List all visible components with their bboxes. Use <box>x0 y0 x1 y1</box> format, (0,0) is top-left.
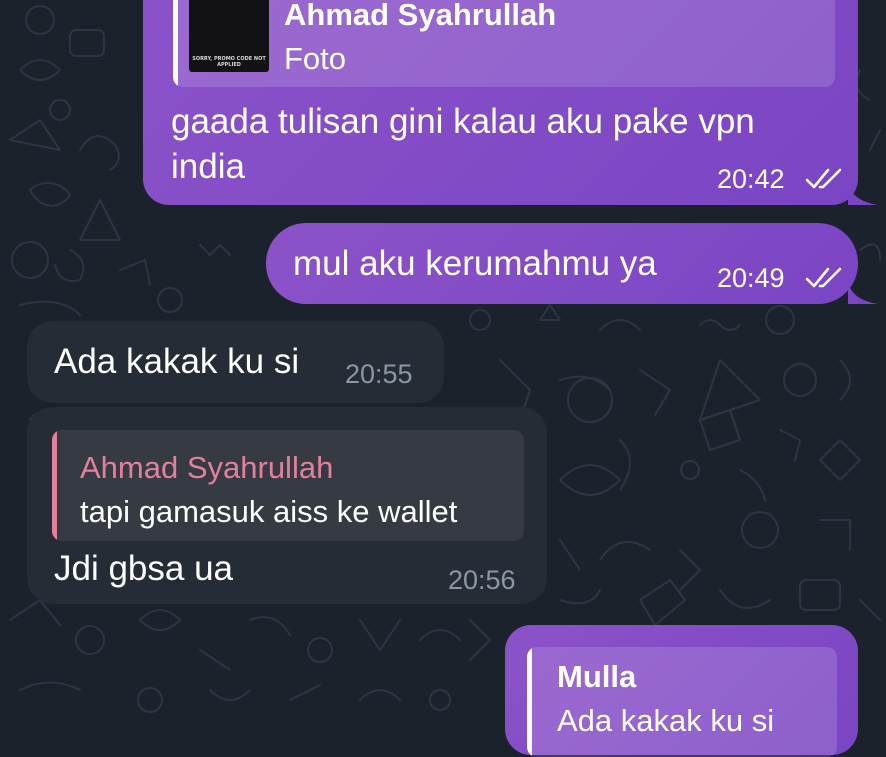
thumbnail-caption: APPLIED <box>217 62 241 68</box>
reply-text: tapi gamasuk aiss ke wallet <box>80 494 458 529</box>
double-check-icon <box>805 168 842 189</box>
message-bubble-incoming[interactable]: Ahmad Syahrullah tapi gamasuk aiss ke wa… <box>27 407 547 604</box>
bubble-tail <box>848 183 878 205</box>
message-text: gaada tulisan gini kalau aku pake vpn <box>171 102 755 141</box>
photo-thumbnail: SORRY, PROMO CODE NOT APPLIED <box>189 0 269 72</box>
message-time: 20:42 <box>717 164 785 194</box>
reply-preview[interactable]: Mulla Ada kakak ku si <box>527 647 837 757</box>
message-time: 20:49 <box>717 263 785 293</box>
reply-accent-bar <box>527 647 532 757</box>
reply-preview[interactable]: Ahmad Syahrullah tapi gamasuk aiss ke wa… <box>52 430 524 541</box>
reply-text: Ada kakak ku si <box>557 703 775 738</box>
reply-preview[interactable]: SORRY, PROMO CODE NOT APPLIED Ahmad Syah… <box>173 0 835 87</box>
message-bubble-outgoing[interactable]: mul aku kerumahmu ya 20:49 <box>266 223 858 304</box>
reply-text: Foto <box>284 41 347 76</box>
double-check-icon <box>805 267 842 288</box>
message-bubble-incoming[interactable]: Ada kakak ku si 20:55 <box>27 321 444 403</box>
message-time: 20:55 <box>345 359 413 389</box>
message-bubble-outgoing[interactable]: SORRY, PROMO CODE NOT APPLIED Ahmad Syah… <box>143 0 858 205</box>
message-bubble-outgoing[interactable]: Mulla Ada kakak ku si <box>505 625 858 757</box>
reply-accent-bar <box>173 0 178 87</box>
message-text: Ada kakak ku si <box>54 342 300 381</box>
bubble-tail <box>848 282 878 304</box>
reply-sender-name: Ahmad Syahrullah <box>284 0 557 32</box>
message-text: Jdi gbsa ua <box>54 549 234 588</box>
message-text: mul aku kerumahmu ya <box>293 244 657 283</box>
reply-accent-bar <box>52 430 57 541</box>
message-text: india <box>171 147 245 186</box>
reply-sender-name: Mulla <box>557 659 637 694</box>
message-time: 20:56 <box>448 565 516 595</box>
reply-sender-name: Ahmad Syahrullah <box>80 450 334 485</box>
